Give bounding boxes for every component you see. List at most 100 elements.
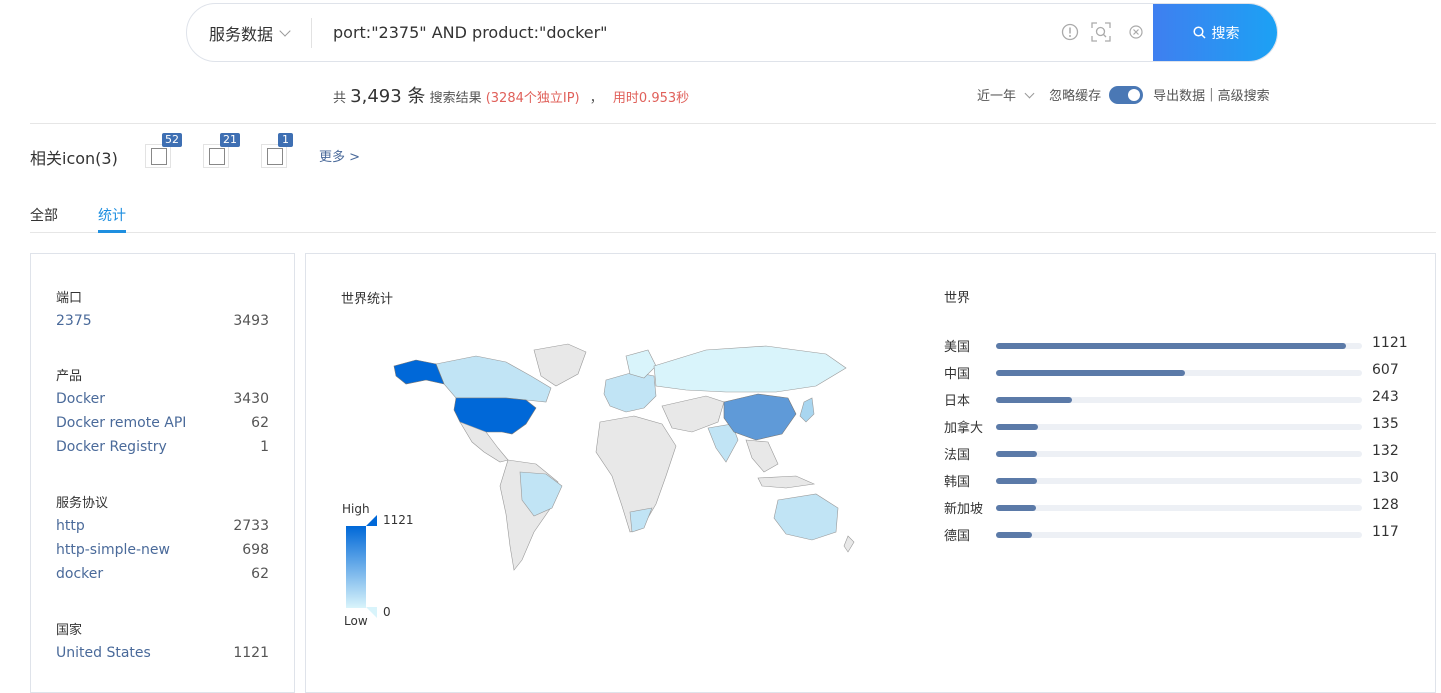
country-label: 新加坡: [944, 502, 984, 517]
tab-all[interactable]: 全部: [30, 205, 58, 225]
country-bar-track: [996, 451, 1362, 457]
divider: [30, 232, 1436, 233]
ignore-cache-toggle[interactable]: [1109, 85, 1144, 104]
info-icon[interactable]: [1061, 23, 1079, 41]
facet-name: Docker remote API: [56, 415, 187, 431]
country-bar[interactable]: [996, 532, 1032, 538]
advanced-search-link[interactable]: 高级搜索: [1218, 85, 1270, 104]
country-label: 韩国: [944, 475, 971, 490]
related-icon-2[interactable]: [203, 144, 229, 168]
icon-count-badge: 1: [278, 133, 293, 147]
image-search-icon[interactable]: [1091, 22, 1111, 42]
related-icon-3[interactable]: [261, 144, 287, 168]
clear-icon[interactable]: [1129, 25, 1143, 39]
map-region-japan: [799, 397, 815, 423]
time-range-select[interactable]: 近一年: [977, 85, 1049, 104]
legend-min-value: 0: [383, 605, 391, 619]
country-value: 128: [1372, 497, 1399, 513]
unique-ip-count: (3284个独立IP): [485, 91, 580, 106]
facet-row[interactable]: Docker remote API 62: [56, 415, 269, 431]
ignore-cache-label: 忽略缓存: [1049, 89, 1102, 104]
facet-row[interactable]: Docker Registry 1: [56, 439, 269, 455]
facet-name: United States: [56, 645, 151, 661]
world-map[interactable]: [386, 336, 856, 586]
map-region-russia: [653, 345, 847, 393]
chevron-down-icon: [279, 24, 291, 37]
search-type-select[interactable]: 服务数据: [187, 4, 311, 61]
facet-row[interactable]: docker 62: [56, 566, 269, 582]
country-bar[interactable]: [996, 478, 1037, 484]
legend-min-handle-icon[interactable]: [366, 607, 378, 619]
legend-high-label: High: [342, 502, 370, 516]
country-bar[interactable]: [996, 397, 1072, 403]
legend-max-value: 1121: [383, 513, 414, 527]
search-input[interactable]: port:"2375" AND product:"docker": [333, 4, 608, 61]
result-summary: 共 3,493 条 搜索结果 (3284个独立IP) ， 用时0.953秒: [333, 82, 689, 108]
search-button[interactable]: 搜索: [1153, 4, 1277, 61]
image-placeholder-icon: [151, 148, 167, 165]
country-bar-track: [996, 370, 1362, 376]
export-data-link[interactable]: 导出数据: [1153, 85, 1205, 104]
facet-row[interactable]: Docker 3430: [56, 391, 269, 407]
facet-group-title: 端口: [56, 291, 83, 306]
tab-statistics[interactable]: 统计: [98, 205, 126, 225]
facet-row[interactable]: 2375 3493: [56, 313, 269, 329]
facet-group-title: 服务协议: [56, 496, 109, 511]
country-value: 243: [1372, 389, 1399, 405]
facet-panel: 端口 2375 3493 产品 Docker 3430 Docker remot…: [30, 253, 295, 693]
facet-row[interactable]: http-simple-new 698: [56, 542, 269, 558]
search-time: 用时0.953秒: [612, 91, 690, 106]
legend-gradient: [346, 526, 366, 608]
country-label: 德国: [944, 529, 971, 544]
legend-max-handle-icon[interactable]: [366, 515, 378, 527]
country-label: 法国: [944, 448, 971, 463]
map-region-scandinavia: [625, 349, 657, 379]
search-type-label: 服务数据: [208, 24, 273, 44]
country-value: 117: [1372, 524, 1399, 540]
country-bar-track: [996, 424, 1362, 430]
country-bar[interactable]: [996, 451, 1037, 457]
country-bar[interactable]: [996, 343, 1346, 349]
facet-count: 62: [251, 415, 269, 431]
facet-count: 1: [260, 439, 269, 455]
country-bar[interactable]: [996, 424, 1038, 430]
map-region-europe: [603, 371, 657, 413]
country-value: 135: [1372, 416, 1399, 432]
map-region-indonesia: [757, 475, 816, 489]
facet-count: 698: [242, 542, 269, 558]
facet-name: Docker Registry: [56, 439, 167, 455]
chevron-down-icon: [1024, 88, 1035, 99]
image-placeholder-icon: [209, 148, 225, 165]
map-region-greenland: [533, 343, 587, 387]
facet-group-title: 产品: [56, 369, 83, 384]
result-count: 3,493 条: [350, 86, 426, 107]
facet-name: http: [56, 518, 85, 534]
image-placeholder-icon: [267, 148, 283, 165]
summary-prefix: 共: [333, 91, 347, 106]
facet-count: 3493: [233, 313, 269, 329]
facet-group-title: 国家: [56, 623, 83, 638]
summary-comma: ，: [589, 91, 603, 106]
country-label: 加拿大: [944, 421, 984, 436]
facet-count: 1121: [233, 645, 269, 661]
country-bar-track: [996, 343, 1362, 349]
icon-count-badge: 52: [162, 133, 182, 147]
country-bar-track: [996, 505, 1362, 511]
search-bar: 服务数据 port:"2375" AND product:"docker" 搜索: [186, 3, 1278, 62]
more-icons-link[interactable]: 更多 >: [319, 146, 360, 165]
legend-low-label: Low: [344, 614, 368, 628]
country-bar-track: [996, 397, 1362, 403]
country-value: 607: [1372, 362, 1399, 378]
country-bar[interactable]: [996, 505, 1036, 511]
result-text: 搜索结果: [429, 91, 482, 106]
world-title: 世界: [944, 291, 971, 306]
search-button-label: 搜索: [1211, 25, 1240, 42]
facet-row[interactable]: http 2733: [56, 518, 269, 534]
divider: [311, 18, 312, 48]
facet-row[interactable]: United States 1121: [56, 645, 269, 661]
related-icon-1[interactable]: [145, 144, 171, 168]
facet-count: 2733: [233, 518, 269, 534]
facet-count: 3430: [233, 391, 269, 407]
time-range-label: 近一年: [977, 89, 1017, 104]
country-bar[interactable]: [996, 370, 1185, 376]
